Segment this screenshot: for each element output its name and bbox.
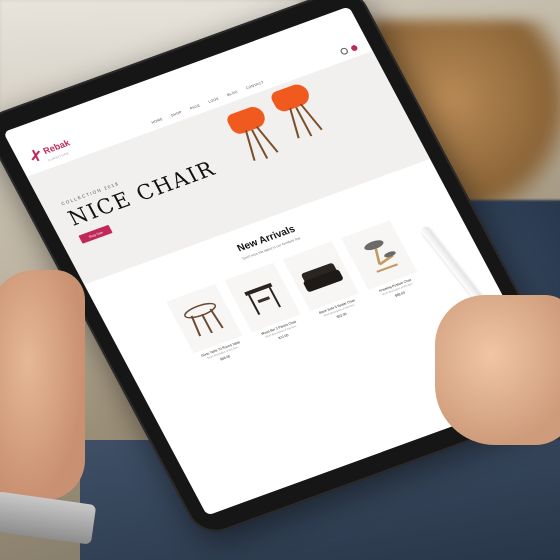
round-glass-table-icon [184, 302, 224, 337]
hero-text: COLLECTION 2018 NICE CHAIR Shop Now [60, 149, 226, 244]
chair-leg [299, 103, 323, 131]
user-icon[interactable] [339, 46, 350, 56]
nav-item-blog[interactable]: BLOG [226, 90, 238, 97]
right-hand [435, 295, 560, 445]
logo-wordmark: Rebak FURNITURE [39, 133, 75, 162]
logo-icon [27, 148, 44, 163]
sofa-icon [301, 263, 343, 292]
nav-item-shop[interactable]: SHOP [170, 110, 182, 117]
left-hand [0, 270, 85, 500]
chair-leg [255, 126, 279, 153]
nav-item-home[interactable]: HOME [151, 117, 164, 125]
kneeling-chair-icon [364, 240, 399, 273]
bar-table-set-icon [244, 282, 282, 315]
nav-item-contact[interactable]: CONTACT [245, 80, 265, 90]
nav-item-page[interactable]: PAGE [189, 103, 201, 110]
cart-icon[interactable] [349, 43, 359, 52]
header-icons [339, 43, 359, 56]
photo-scene: Rebak FURNITURE HOME SHOP PAGE LOOK BLOG… [0, 0, 560, 560]
shop-now-button[interactable]: Shop Now [78, 224, 113, 244]
nav-item-look[interactable]: LOOK [208, 97, 220, 104]
